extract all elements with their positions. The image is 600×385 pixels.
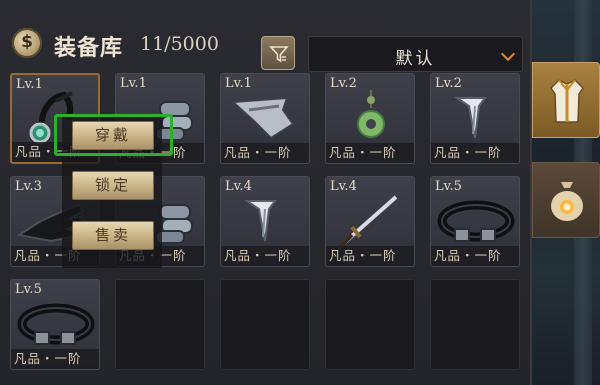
item-level: Lv.1 <box>120 76 147 91</box>
empty-slot[interactable] <box>220 279 310 370</box>
shoulder-item-icon <box>230 96 295 140</box>
equipment-slot[interactable]: Lv.4 凡品・一阶 <box>220 176 310 267</box>
sort-selected-value: 默认 <box>395 49 436 69</box>
lock-button[interactable]: 锁定 <box>72 171 154 200</box>
equipment-slot[interactable]: Lv.2 凡品・一阶 <box>430 73 520 164</box>
item-level: Lv.2 <box>435 76 462 91</box>
capacity-count: 11/5000 <box>140 33 219 55</box>
money-bag-icon <box>12 28 42 58</box>
equip-button-highlight <box>54 114 173 156</box>
empty-slot[interactable] <box>115 279 205 370</box>
item-grade: 凡品・一阶 <box>221 143 309 163</box>
item-level: Lv.3 <box>15 179 42 194</box>
sword-item-icon <box>338 195 398 249</box>
equipment-slot[interactable]: Lv.5 凡品・一阶 <box>10 279 100 370</box>
panel-title: 装备库 <box>54 35 124 61</box>
item-level: Lv.5 <box>15 282 42 297</box>
belt-item-icon <box>437 200 515 242</box>
item-grade: 凡品・一阶 <box>326 143 414 163</box>
item-grade: 凡品・一阶 <box>326 246 414 266</box>
filter-icon <box>269 46 289 63</box>
treasure-bag-icon <box>551 182 583 221</box>
equipment-panel: 装备库 11/5000 默认 Lv.1 凡品・一阶 Lv.1 凡品・一阶 Lv.1 凡品・… <box>0 0 532 385</box>
item-level: Lv.1 <box>16 77 43 92</box>
item-level: Lv.5 <box>435 179 462 194</box>
equipment-slot[interactable]: Lv.2 凡品・一阶 <box>325 73 415 164</box>
filter-button[interactable] <box>261 36 295 70</box>
sell-button[interactable]: 售卖 <box>72 221 154 250</box>
tab-equipment[interactable] <box>532 62 600 138</box>
item-grade: 凡品・一阶 <box>431 143 519 163</box>
belt-item-icon <box>17 303 95 345</box>
item-level: Lv.2 <box>330 76 357 91</box>
equipment-slot[interactable]: Lv.1 凡品・一阶 <box>220 73 310 164</box>
item-level: Lv.1 <box>225 76 252 91</box>
jade-ring-item-icon <box>357 90 385 138</box>
item-level: Lv.4 <box>225 179 252 194</box>
item-grade: 凡品・一阶 <box>431 246 519 266</box>
empty-slot[interactable] <box>430 279 520 370</box>
equipment-slot[interactable]: Lv.4 凡品・一阶 <box>325 176 415 267</box>
equipment-slot[interactable]: Lv.5 凡品・一阶 <box>430 176 520 267</box>
dagger-blade-item-icon <box>243 200 277 242</box>
sort-dropdown[interactable]: 默认 <box>308 36 523 72</box>
robe-icon <box>550 79 584 123</box>
item-level: Lv.4 <box>330 179 357 194</box>
panel-header: 装备库 11/5000 默认 <box>0 14 532 72</box>
item-grade: 凡品・一阶 <box>221 246 309 266</box>
empty-slot[interactable] <box>325 279 415 370</box>
dagger-blade-item-icon <box>453 97 487 139</box>
item-grade: 凡品・一阶 <box>11 349 99 369</box>
tab-treasure[interactable] <box>532 162 600 238</box>
